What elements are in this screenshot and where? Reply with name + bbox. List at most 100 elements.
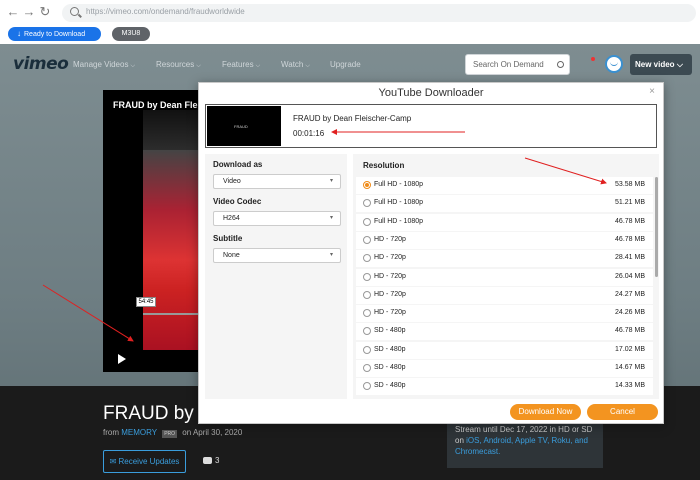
notification-icon[interactable] (588, 56, 596, 64)
cancel-button[interactable]: Cancel (587, 404, 658, 420)
play-icon[interactable] (118, 354, 126, 364)
radio-button[interactable] (363, 382, 371, 391)
mail-icon: ✉ (109, 457, 117, 466)
radio-button[interactable] (363, 345, 371, 354)
radio-button[interactable] (363, 364, 371, 372)
download-now-button[interactable]: Download Now (510, 404, 581, 420)
thumbnail-text: FRAUD (234, 124, 248, 129)
stream-platforms-link[interactable]: iOS, Android, Apple TV, Roku, and Chrome… (455, 436, 588, 456)
comment-count: 3 (215, 456, 220, 465)
resolution-option[interactable]: SD - 480p 14.33 MB (356, 378, 653, 396)
nav-features[interactable]: Features ⌵ (222, 60, 260, 70)
radio-button[interactable] (363, 272, 371, 281)
nav-manage-videos[interactable]: Manage Videos ⌵ (73, 60, 135, 70)
search-on-demand-input[interactable]: Search On Demand (465, 54, 570, 75)
back-icon[interactable]: ← (6, 4, 20, 20)
new-video-button[interactable]: New video ⌵ (630, 54, 692, 75)
resolution-size: 24.27 MB (615, 290, 645, 298)
download-as-select[interactable]: Video ▾ (213, 174, 341, 189)
resolution-option[interactable]: SD - 480p 17.02 MB (356, 341, 653, 359)
m3u8-button[interactable]: M3U8 (112, 27, 150, 41)
avatar[interactable] (605, 55, 623, 73)
radio-button[interactable] (363, 181, 371, 189)
download-as-label: Download as (213, 160, 263, 169)
resolution-quality: SD - 480p (374, 327, 406, 335)
resolution-quality: HD - 720p (374, 309, 406, 317)
resolution-size: 14.67 MB (615, 364, 645, 371)
resolution-size: 46.78 MB (615, 235, 645, 243)
resolution-option[interactable]: HD - 720p 24.27 MB (356, 286, 653, 304)
resolution-option[interactable]: Full HD - 1080p 46.78 MB (356, 213, 653, 231)
chevron-down-icon: ▾ (329, 215, 333, 221)
download-arrow-icon: ↓ (17, 29, 21, 38)
resolution-quality: HD - 720p (374, 290, 406, 298)
radio-button[interactable] (363, 217, 371, 226)
radio-button[interactable] (363, 309, 371, 318)
radio-button[interactable] (363, 199, 371, 208)
resolution-option[interactable]: Full HD - 1080p 51.21 MB (356, 195, 653, 213)
receive-updates-button[interactable]: ✉ Receive Updates (103, 450, 186, 473)
video-player[interactable]: FRAUD by Dean Fle (103, 90, 203, 372)
chevron-down-icon: ▾ (329, 178, 333, 184)
radio-button[interactable] (363, 235, 371, 244)
reload-icon[interactable]: ↻ (38, 4, 52, 20)
resolution-option[interactable]: HD - 720p 24.26 MB (356, 305, 653, 323)
resolution-option[interactable]: SD - 480p 46.78 MB (356, 323, 653, 341)
nav-label: Watch (281, 60, 304, 69)
subtitle-label: Subtitle (213, 234, 243, 243)
vimeo-logo[interactable]: vimeo (13, 54, 69, 74)
vimeo-navbar: vimeo Manage Videos ⌵ Resources ⌵ Features… (0, 44, 700, 84)
search-icon[interactable] (557, 61, 564, 68)
scrollbar[interactable] (655, 177, 658, 277)
resolution-quality: Full HD - 1080p (374, 217, 424, 225)
subtitle-select[interactable]: None ▾ (213, 248, 341, 263)
nav-upgrade[interactable]: Upgrade (330, 60, 361, 69)
resolution-option[interactable]: HD - 720p 46.78 MB (356, 231, 653, 249)
video-name: FRAUD by Dean Fleischer-Camp (293, 114, 412, 123)
progress-bar[interactable] (143, 313, 203, 315)
search-icon (70, 7, 79, 16)
resolution-pane: Resolution Full HD - 1080p 53.58 MB Full H… (353, 154, 659, 399)
resolution-quality: Full HD - 1080p (374, 199, 424, 207)
resolution-size: 46.78 MB (615, 217, 645, 225)
resolution-option[interactable]: HD - 720p 28.41 MB (356, 250, 653, 268)
resolution-list: Full HD - 1080p 53.58 MB Full HD - 1080p 51… (356, 177, 653, 399)
chevron-down-icon: ⌵ (305, 63, 310, 69)
forward-icon[interactable]: → (22, 4, 36, 20)
resolution-quality: HD - 720p (374, 254, 406, 262)
extension-bar: ↓ Ready to Download M3U8 (0, 26, 700, 44)
resolution-size: 26.04 MB (615, 272, 645, 280)
resolution-quality: SD - 480p (374, 364, 406, 371)
nav-resources[interactable]: Resources ⌵ (156, 60, 201, 70)
resolution-option[interactable]: Full HD - 1080p 53.58 MB (356, 177, 653, 194)
notification-dot (591, 57, 595, 61)
nav-label: Features (222, 60, 254, 69)
ready-to-download-button[interactable]: ↓ Ready to Download (8, 27, 101, 41)
radio-button[interactable] (363, 327, 371, 336)
owner-link[interactable]: MEMORY (121, 428, 157, 437)
subtitle-value: None (223, 252, 240, 259)
resolution-size: 51.21 MB (615, 199, 645, 207)
comments-count[interactable]: 3 (203, 456, 219, 465)
radio-button[interactable] (363, 254, 371, 263)
time-tooltip: 54:45 (136, 297, 156, 307)
address-bar[interactable]: https://vimeo.com/ondemand/fraudworldwid… (62, 4, 696, 22)
radio-button[interactable] (363, 290, 371, 299)
resolution-label: Resolution (363, 161, 405, 170)
video-info-card: FRAUD FRAUD by Dean Fleischer-Camp 00:01… (205, 104, 657, 148)
resolution-size: 24.26 MB (615, 309, 645, 317)
resolution-size: 14.33 MB (615, 382, 645, 390)
close-icon[interactable]: × (649, 86, 655, 97)
resolution-option[interactable]: SD - 480p 14.67 MB (356, 360, 653, 377)
from-text: from (103, 428, 119, 437)
nav-watch[interactable]: Watch ⌵ (281, 60, 310, 70)
video-codec-select[interactable]: H264 ▾ (213, 211, 341, 226)
chevron-down-icon: ▾ (329, 252, 333, 258)
download-as-value: Video (223, 178, 241, 185)
search-placeholder: Search On Demand (473, 60, 544, 69)
resolution-option[interactable]: HD - 720p 26.04 MB (356, 268, 653, 286)
video-thumbnail: FRAUD (207, 106, 281, 146)
new-video-label: New video (635, 60, 675, 69)
video-frame (143, 150, 203, 350)
browser-toolbar: ← → ↻ https://vimeo.com/ondemand/fraudwo… (0, 0, 700, 26)
